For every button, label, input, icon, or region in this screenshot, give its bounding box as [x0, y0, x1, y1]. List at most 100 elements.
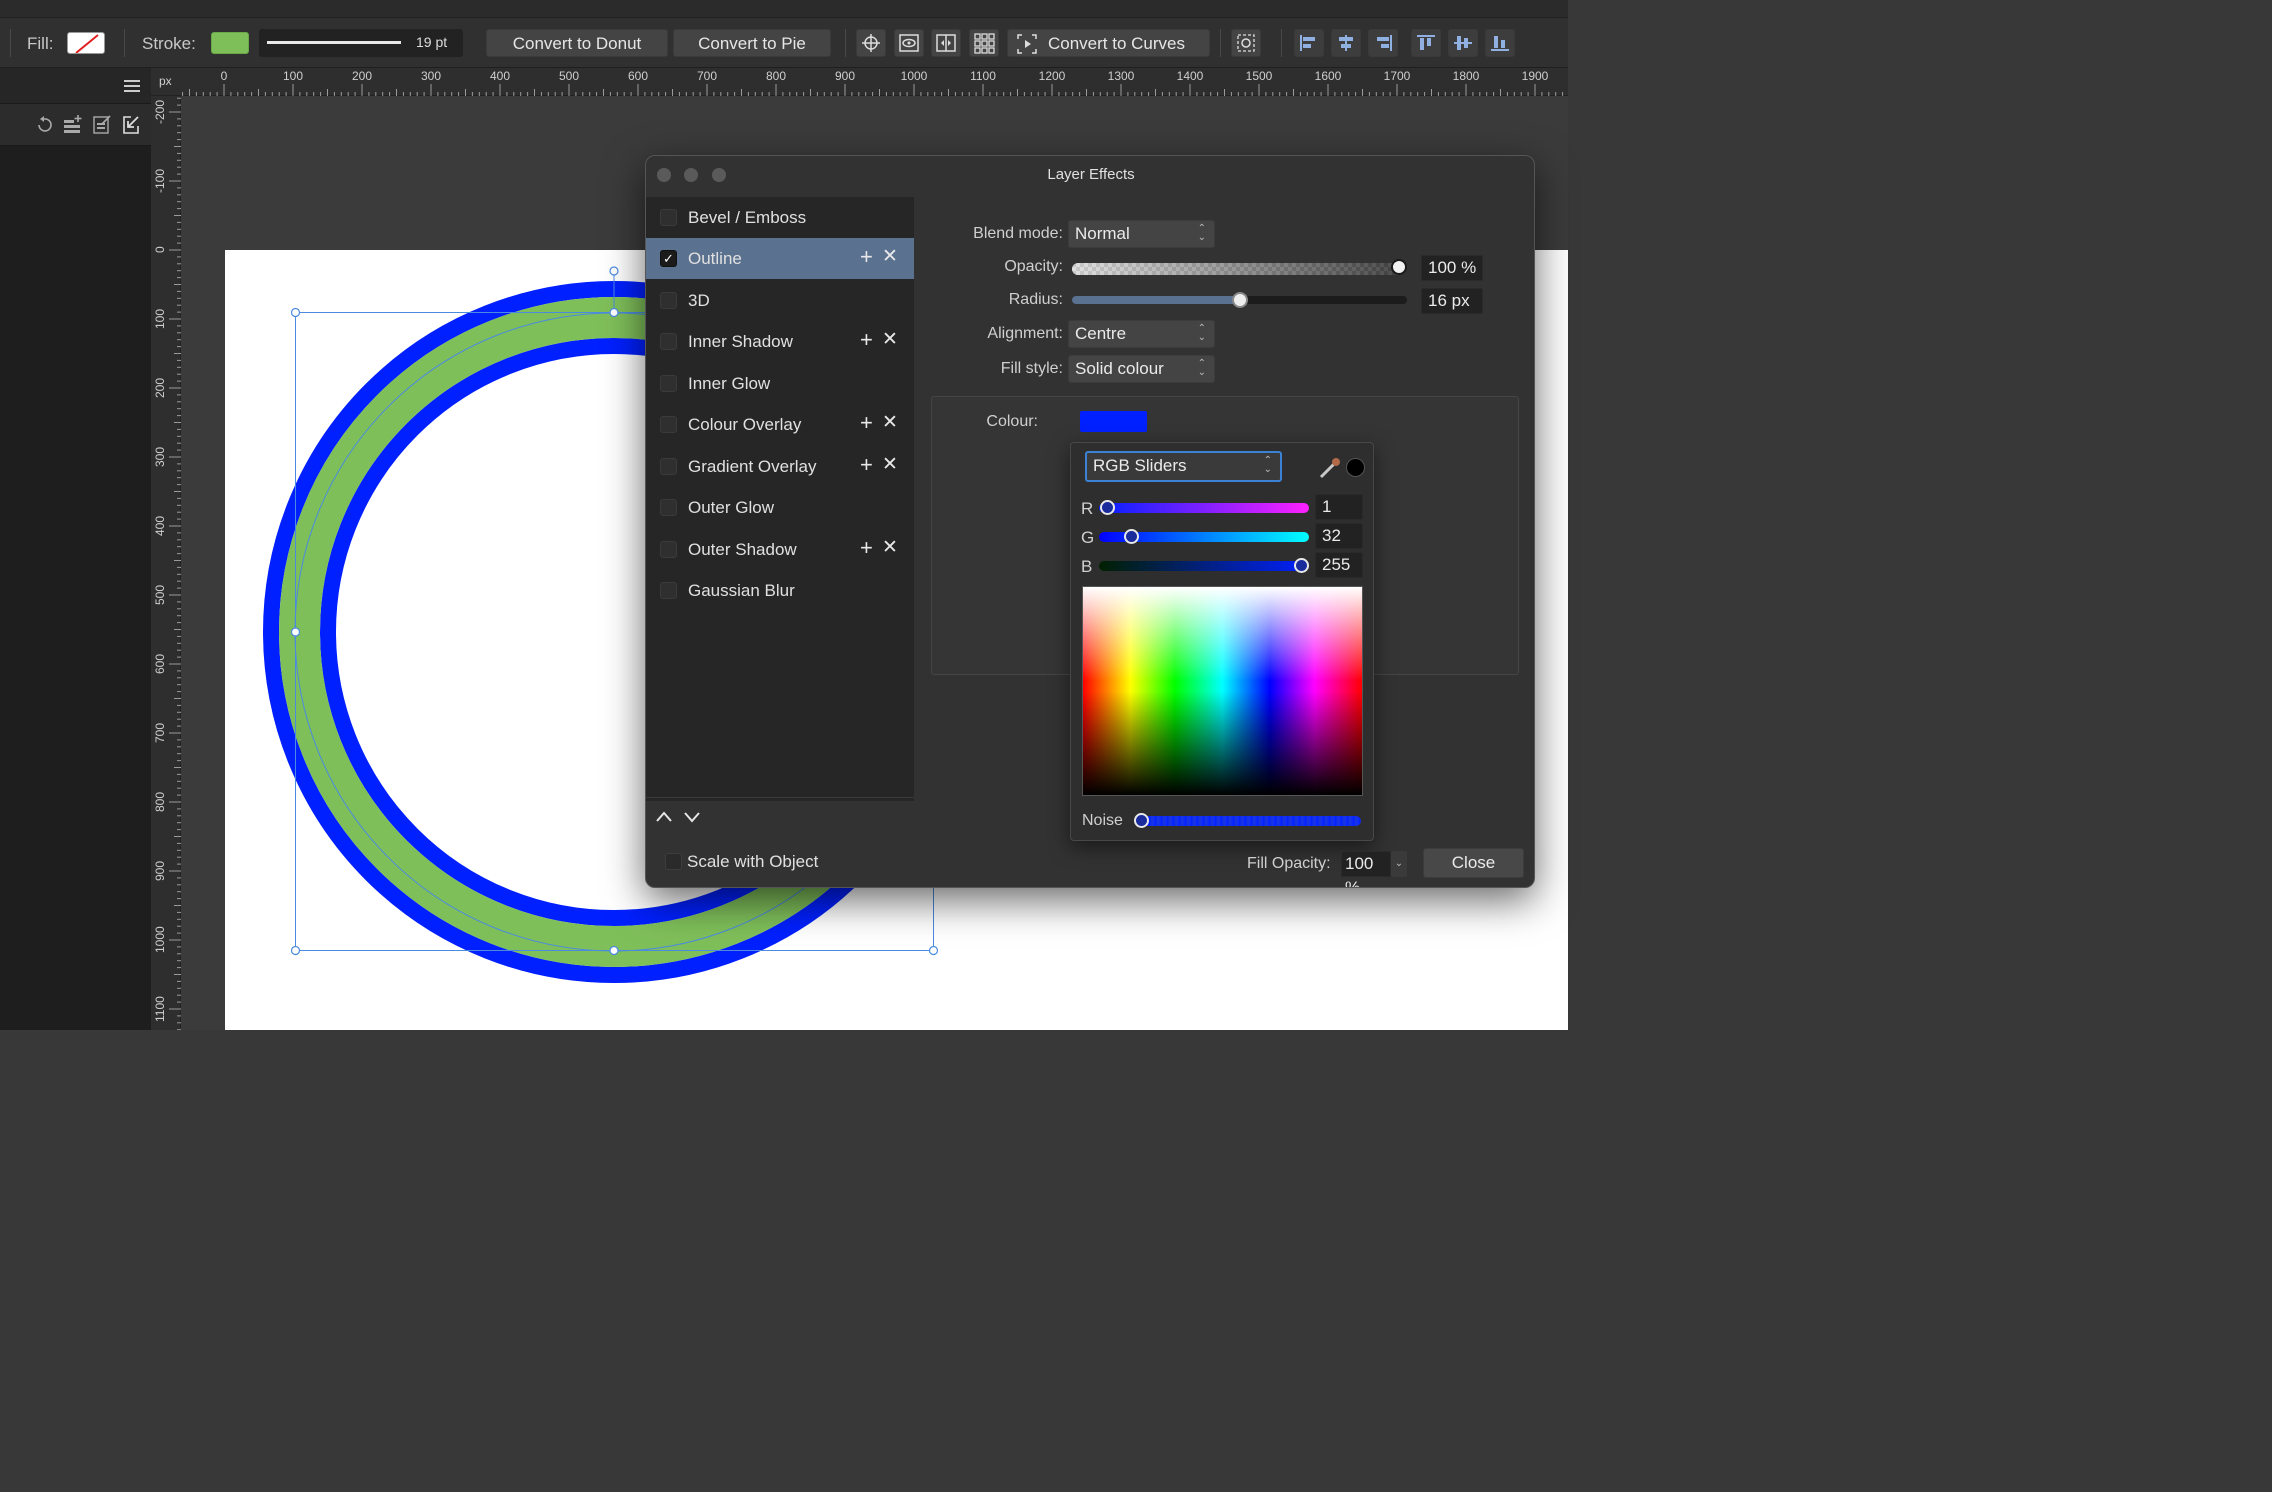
blue-slider-knob[interactable] — [1294, 558, 1309, 573]
opacity-slider-knob[interactable] — [1391, 259, 1407, 275]
blue-value-field[interactable]: 255 — [1315, 552, 1363, 578]
effect-3d[interactable]: 3D — [646, 280, 914, 321]
select-arrows-icon: ⌃ ⌄ — [1197, 223, 1206, 243]
effect-checkbox[interactable] — [660, 582, 677, 599]
noise-slider-knob[interactable] — [1134, 813, 1149, 828]
r-label: R — [1081, 499, 1094, 518]
radius-slider-fill — [1072, 296, 1240, 304]
effect-label: Outer Glow — [688, 498, 774, 517]
eyedropper-icon[interactable] — [1317, 455, 1343, 481]
effect-outer-glow[interactable]: Outer Glow — [646, 487, 914, 528]
red-value-field[interactable]: 1 — [1315, 494, 1363, 520]
selection-handle[interactable] — [290, 627, 301, 637]
rotation-handle[interactable] — [609, 266, 619, 276]
effect-checkbox[interactable] — [660, 499, 677, 516]
effect-inner-glow[interactable]: Inner Glow — [646, 363, 914, 404]
red-slider-knob[interactable] — [1100, 500, 1115, 515]
effect-outer-shadow[interactable]: Outer Shadow + ✕ — [646, 529, 914, 570]
selection-handle[interactable] — [290, 945, 301, 956]
colour-mode-select[interactable]: RGB Sliders ⌃ ⌄ — [1085, 451, 1282, 482]
remove-effect-icon[interactable]: ✕ — [882, 245, 898, 268]
add-effect-icon[interactable]: + — [860, 244, 873, 270]
remove-effect-icon[interactable]: ✕ — [882, 536, 898, 559]
green-value-field[interactable]: 32 — [1315, 523, 1363, 549]
scale-with-object-label: Scale with Object — [687, 852, 819, 871]
effect-checkbox[interactable] — [660, 375, 677, 392]
effect-label: Bevel / Emboss — [688, 208, 807, 227]
selection-handle[interactable] — [928, 945, 939, 956]
effect-inner-shadow[interactable]: Inner Shadow + ✕ — [646, 321, 914, 362]
effect-label: Outline — [688, 249, 742, 268]
opacity-label: Opacity: — [1004, 258, 1063, 275]
opacity-value-field[interactable]: 100 % — [1421, 255, 1483, 281]
noise-slider[interactable] — [1137, 816, 1361, 826]
blend-mode-value: Normal — [1075, 224, 1130, 243]
fill-opacity-field[interactable]: 100 % — [1341, 851, 1391, 887]
effect-gradient-overlay[interactable]: Gradient Overlay + ✕ — [646, 446, 914, 487]
radius-slider-knob[interactable] — [1231, 292, 1248, 308]
select-arrows-icon: ⌃ ⌄ — [1263, 455, 1272, 475]
effect-label: 3D — [688, 291, 710, 310]
selection-handle[interactable] — [609, 945, 619, 956]
checkmark-icon[interactable]: ✓ — [660, 250, 677, 267]
effect-checkbox[interactable] — [660, 333, 677, 350]
dialog-title: Layer Effects — [1047, 166, 1135, 183]
selection-handle[interactable] — [290, 307, 301, 318]
scale-with-object-checkbox[interactable] — [665, 853, 682, 870]
close-window-icon[interactable] — [657, 168, 671, 182]
blend-mode-select[interactable]: Normal ⌃ ⌄ — [1068, 220, 1215, 248]
minimize-window-icon[interactable] — [684, 168, 698, 182]
fill-opacity-label: Fill Opacity: — [1247, 855, 1331, 872]
fill-style-label: Fill style: — [1000, 360, 1063, 377]
effects-list: Bevel / Emboss ✓ Outline + ✕ 3D Inner Sh… — [646, 197, 914, 801]
list-divider — [646, 797, 914, 798]
colour-preview-dot — [1346, 458, 1365, 477]
effect-bevel-emboss[interactable]: Bevel / Emboss — [646, 197, 914, 238]
selection-handle[interactable] — [609, 307, 619, 318]
add-effect-icon[interactable]: + — [860, 535, 873, 561]
remove-effect-icon[interactable]: ✕ — [882, 328, 898, 351]
remove-effect-icon[interactable]: ✕ — [882, 411, 898, 434]
b-label: B — [1081, 557, 1093, 576]
effect-label: Colour Overlay — [688, 415, 802, 434]
effect-label: Gaussian Blur — [688, 581, 795, 600]
blend-mode-label: Blend mode: — [973, 225, 1063, 242]
fill-style-value: Solid colour — [1075, 359, 1164, 378]
effect-colour-overlay[interactable]: Colour Overlay + ✕ — [646, 404, 914, 445]
fill-style-select[interactable]: Solid colour ⌃ ⌄ — [1068, 355, 1215, 383]
effect-gaussian-blur[interactable]: Gaussian Blur — [646, 570, 914, 611]
layer-effects-dialog: Layer Effects Bevel / Emboss ✓ Outline +… — [645, 155, 1535, 888]
move-down-icon[interactable] — [682, 808, 702, 826]
radius-label: Radius: — [1008, 291, 1063, 308]
effect-checkbox[interactable] — [660, 416, 677, 433]
g-label: G — [1081, 528, 1095, 547]
effect-checkbox[interactable] — [660, 292, 677, 309]
fill-opacity-dropdown-icon[interactable]: ⌄ — [1391, 851, 1407, 877]
radius-value-field[interactable]: 16 px — [1421, 288, 1483, 314]
add-effect-icon[interactable]: + — [860, 327, 873, 353]
effect-label: Inner Glow — [688, 374, 771, 393]
effect-checkbox[interactable] — [660, 458, 677, 475]
green-slider-knob[interactable] — [1124, 529, 1139, 544]
blue-slider[interactable] — [1099, 561, 1309, 571]
zoom-window-icon[interactable] — [712, 168, 726, 182]
remove-effect-icon[interactable]: ✕ — [882, 453, 898, 476]
effect-checkbox[interactable] — [660, 209, 677, 226]
alignment-select[interactable]: Centre ⌃ ⌄ — [1068, 320, 1215, 348]
close-button[interactable]: Close — [1423, 848, 1524, 878]
move-up-icon[interactable] — [654, 808, 674, 826]
colour-spectrum[interactable] — [1082, 586, 1363, 796]
colour-mode-value: RGB Sliders — [1093, 456, 1187, 475]
effect-checkbox[interactable] — [660, 541, 677, 558]
alignment-label: Alignment: — [987, 325, 1063, 342]
add-effect-icon[interactable]: + — [860, 452, 873, 478]
effect-label: Gradient Overlay — [688, 457, 817, 476]
red-slider[interactable] — [1099, 503, 1309, 513]
effect-outline[interactable]: ✓ Outline + ✕ — [646, 238, 914, 279]
noise-label: Noise — [1082, 812, 1123, 829]
opacity-slider[interactable] — [1072, 263, 1402, 275]
effect-label: Inner Shadow — [688, 332, 793, 351]
colour-swatch[interactable] — [1080, 411, 1147, 432]
select-arrows-icon: ⌃ ⌄ — [1197, 323, 1206, 343]
add-effect-icon[interactable]: + — [860, 410, 873, 436]
